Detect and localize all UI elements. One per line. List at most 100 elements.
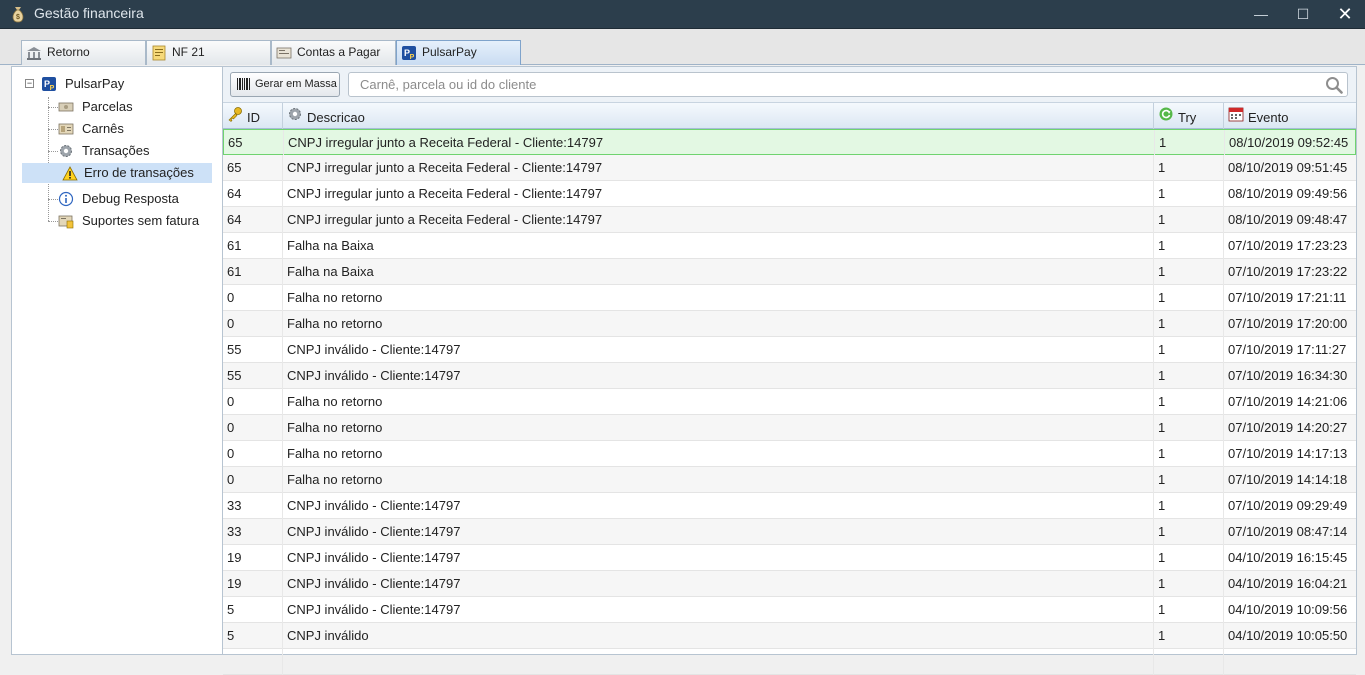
gerar-em-massa-button[interactable]: Gerar em Massa [230, 72, 340, 97]
cell-desc: Falha na Baixa [283, 233, 1154, 259]
tree-item-parcelas[interactable]: Parcelas [58, 97, 218, 117]
cell-id: 61 [223, 233, 283, 259]
cell-desc: Falha no retorno [283, 389, 1154, 415]
cell-try: 1 [1154, 623, 1224, 649]
navigation-tree: − P P PulsarPay Parcelas Carnês Transaçõ… [11, 66, 224, 655]
tree-guide [48, 221, 58, 222]
table-row[interactable]: 33 CNPJ inválido - Cliente:14797 1 07/10/20… [223, 519, 1356, 545]
invoice-icon [152, 45, 166, 61]
cell-desc [283, 649, 1154, 675]
column-header-descricao[interactable]: Descricao [283, 103, 1154, 129]
column-header-evento[interactable]: Evento [1224, 103, 1356, 129]
cell-try: 1 [1154, 467, 1224, 493]
table-row[interactable]: 19 CNPJ inválido - Cliente:14797 1 04/10/20… [223, 545, 1356, 571]
table-row[interactable]: 55 CNPJ inválido - Cliente:14797 1 07/10/20… [223, 363, 1356, 389]
cell-id: 5 [223, 623, 283, 649]
search-icon[interactable] [1325, 76, 1343, 94]
tree-item-debug-resposta[interactable]: Debug Resposta [58, 189, 218, 209]
cell-evento [1224, 649, 1356, 675]
table-row[interactable]: 0 Falha no retorno 1 07/10/2019 14:17:13 [223, 441, 1356, 467]
table-row[interactable]: 64 CNPJ irregular junto a Receita Federal… [223, 207, 1356, 233]
tree-item-label: PulsarPay [65, 76, 125, 91]
cell-desc: Falha no retorno [283, 285, 1154, 311]
table-row[interactable]: 55 CNPJ inválido - Cliente:14797 1 07/10/20… [223, 337, 1356, 363]
column-header-id[interactable]: ID [223, 103, 283, 129]
cell-id: 55 [223, 363, 283, 389]
cell-desc: Falha na Baixa [283, 259, 1154, 285]
cell-evento: 07/10/2019 17:21:11 [1228, 290, 1347, 305]
cell-desc: CNPJ inválido - Cliente:14797 [283, 519, 1154, 545]
search-input[interactable] [349, 73, 1309, 96]
cell-evento: 08/10/2019 09:49:56 [1228, 186, 1348, 201]
cell-id: 65 [223, 155, 283, 181]
cell-id: 33 [223, 493, 283, 519]
tree-item-suportes-sem-fatura[interactable]: Suportes sem fatura [58, 211, 218, 231]
tab-label: PulsarPay [422, 45, 477, 59]
table-row[interactable]: 61 Falha na Baixa 1 07/10/2019 17:23:22 [223, 259, 1356, 285]
close-button[interactable]: ✕ [1324, 0, 1365, 29]
tree-item-transacoes[interactable]: Transações [58, 141, 218, 161]
cell-evento: 07/10/2019 17:23:23 [1228, 238, 1348, 253]
cell-desc: CNPJ irregular junto a Receita Federal -… [284, 130, 1155, 156]
cell-evento: 07/10/2019 16:34:30 [1228, 368, 1348, 383]
tab-pulsarpay[interactable]: P P PulsarPay [396, 40, 521, 65]
bank-icon [27, 47, 41, 60]
cell-try: 1 [1154, 311, 1224, 337]
toolbar: Gerar em Massa [223, 67, 1356, 103]
cell-id: 0 [223, 389, 283, 415]
barcode-icon [237, 78, 250, 90]
table-row[interactable]: 5 CNPJ inválido - Cliente:14797 1 04/10/201… [223, 597, 1356, 623]
table-row[interactable]: 33 CNPJ inválido - Cliente:14797 1 07/10/20… [223, 493, 1356, 519]
tab-label: Contas a Pagar [297, 45, 381, 59]
table-row[interactable] [223, 649, 1356, 675]
cell-evento: 04/10/2019 16:04:21 [1228, 576, 1348, 591]
table-row[interactable]: 5 CNPJ inválido 1 04/10/2019 10:05:50 [223, 623, 1356, 649]
table-row[interactable]: 0 Falha no retorno 1 07/10/2019 14:20:27 [223, 415, 1356, 441]
cell-try: 1 [1154, 285, 1224, 311]
table-row[interactable]: 65 CNPJ irregular junto a Receita Federal… [223, 129, 1356, 156]
cell-evento: 07/10/2019 17:20:00 [1228, 316, 1348, 331]
cell-try: 1 [1154, 519, 1224, 545]
table-row[interactable]: 0 Falha no retorno 1 07/10/2019 17:21:11 [223, 285, 1356, 311]
table-row[interactable]: 19 CNPJ inválido - Cliente:14797 1 04/10/20… [223, 571, 1356, 597]
cell-desc: Falha no retorno [283, 467, 1154, 493]
minimize-button[interactable]: — [1240, 0, 1282, 29]
cell-id: 0 [223, 311, 283, 337]
maximize-button[interactable]: ☐ [1282, 0, 1324, 29]
tab-retorno[interactable]: Retorno [21, 40, 146, 65]
svg-text:P: P [410, 54, 415, 61]
column-header-try[interactable]: Try [1154, 103, 1224, 129]
cell-try: 1 [1154, 441, 1224, 467]
table-row[interactable]: 61 Falha na Baixa 1 07/10/2019 17:23:23 [223, 233, 1356, 259]
tab-label: NF 21 [172, 45, 205, 59]
receipt-icon [58, 215, 74, 229]
cell-desc: Falha no retorno [283, 415, 1154, 441]
cell-evento: 07/10/2019 14:20:27 [1228, 420, 1348, 435]
retry-icon [1159, 107, 1173, 121]
pulsarpay-logo-icon: P P [42, 77, 56, 92]
table-row[interactable]: 64 CNPJ irregular junto a Receita Federal… [223, 181, 1356, 207]
window-title: Gestão financeira [34, 5, 144, 21]
cell-try: 1 [1154, 415, 1224, 441]
pulsarpay-logo-icon: P P [402, 46, 416, 61]
tab-nf-21[interactable]: NF 21 [146, 40, 271, 65]
cell-desc: Falha no retorno [283, 441, 1154, 467]
cell-evento: 07/10/2019 09:29:49 [1228, 498, 1348, 513]
tab-contas-a-pagar[interactable]: Contas a Pagar [271, 40, 396, 65]
cell-id: 65 [224, 130, 284, 156]
tree-collapse-toggle[interactable]: − [25, 79, 34, 88]
table-row[interactable]: 65 CNPJ irregular junto a Receita Federal… [223, 155, 1356, 181]
tree-item-carnes[interactable]: Carnês [58, 119, 218, 139]
cell-desc: CNPJ inválido - Cliente:14797 [283, 337, 1154, 363]
tree-guide [48, 129, 58, 130]
cell-desc: CNPJ inválido - Cliente:14797 [283, 545, 1154, 571]
tree-item-erro-de-transacoes[interactable]: Erro de transações [22, 163, 212, 183]
cell-id: 33 [223, 519, 283, 545]
cell-evento: 08/10/2019 09:52:45 [1229, 135, 1349, 150]
cell-try: 1 [1154, 389, 1224, 415]
table-row[interactable]: 0 Falha no retorno 1 07/10/2019 14:21:06 [223, 389, 1356, 415]
cell-desc: CNPJ inválido [283, 623, 1154, 649]
table-row[interactable]: 0 Falha no retorno 1 07/10/2019 17:20:00 [223, 311, 1356, 337]
tree-root-pulsarpay[interactable]: P P PulsarPay [41, 74, 201, 94]
table-row[interactable]: 0 Falha no retorno 1 07/10/2019 14:14:18 [223, 467, 1356, 493]
